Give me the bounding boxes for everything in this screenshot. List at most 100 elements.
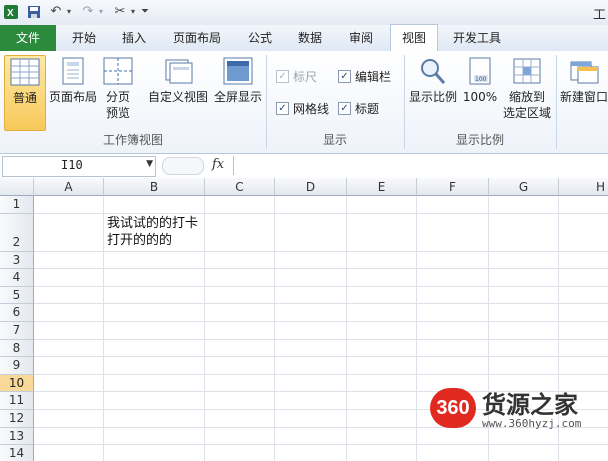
zoom-100-button[interactable]: 100 100%: [462, 55, 498, 129]
column-header[interactable]: E: [347, 178, 417, 196]
tab-home[interactable]: 开始: [62, 25, 106, 51]
row-header[interactable]: 12: [0, 410, 34, 428]
formula-bar: I10 ▼ fx: [0, 154, 608, 179]
ribbon-tabs: 文件 开始 插入 页面布局 公式 数据 审阅 视图 开发工具: [0, 24, 608, 52]
column-header[interactable]: B: [104, 178, 205, 196]
svg-text:X: X: [7, 8, 14, 19]
column-header[interactable]: H: [559, 178, 608, 196]
normal-view-button[interactable]: 普通: [4, 55, 46, 131]
new-window-label: 新建窗口: [560, 90, 608, 104]
gridlines-checkbox[interactable]: ✓ 网格线: [276, 101, 329, 117]
row-header[interactable]: 1: [0, 196, 34, 214]
tab-file[interactable]: 文件: [0, 25, 56, 51]
normal-view-label: 普通: [12, 91, 37, 105]
page-break-preview-button[interactable]: 分页 预览: [100, 55, 136, 129]
normal-view-icon: [10, 58, 40, 86]
full-screen-icon: [223, 57, 253, 85]
group-label-zoom: 显示比例: [455, 133, 504, 147]
tab-view[interactable]: 视图: [390, 24, 438, 52]
tab-review[interactable]: 审阅: [338, 25, 384, 51]
undo-dropdown-icon[interactable]: ▾: [64, 4, 74, 20]
row-header[interactable]: 13: [0, 427, 34, 446]
tools-icon[interactable]: ✂: [112, 4, 128, 20]
column-header[interactable]: F: [417, 178, 489, 196]
column-header[interactable]: A: [34, 178, 104, 196]
tab-data[interactable]: 数据: [288, 25, 332, 51]
formula-input[interactable]: [233, 156, 608, 175]
full-screen-button[interactable]: 全屏显示: [212, 55, 264, 129]
gridline-horizontal: [34, 303, 608, 305]
chevron-down-icon[interactable]: ▼: [146, 159, 153, 169]
gridlines-check-icon: ✓: [276, 102, 289, 115]
gridline-horizontal: [34, 268, 608, 270]
formula-bar-divider-handle[interactable]: [162, 157, 204, 175]
custom-views-button[interactable]: 自定义视图: [146, 55, 210, 129]
headings-label: 标题: [355, 102, 380, 116]
watermark-url: www.360hyzj.com: [482, 417, 582, 430]
new-window-button[interactable]: 新建窗口: [560, 55, 608, 129]
zoom-label: 显示比例: [408, 90, 457, 104]
page-break-label-1: 分页: [105, 90, 130, 104]
cell-b2[interactable]: 我试试的的打卡打开的的的: [107, 215, 207, 249]
page-break-label-2: 预览: [105, 106, 130, 120]
ribbon-view: 普通 页面布局 分页 预览 自定义视图 全屏显示 工作簿视图 ✓ 标尺 ✓ 编辑栏: [0, 51, 608, 154]
watermark-name: 货源之家: [482, 391, 578, 419]
zoom-button[interactable]: 显示比例: [406, 55, 460, 129]
tools-dropdown-icon[interactable]: ▾: [128, 4, 138, 20]
row-header[interactable]: 8: [0, 339, 34, 358]
page-layout-view-button[interactable]: 页面布局: [48, 55, 98, 129]
new-window-icon: [569, 57, 599, 85]
tab-formulas[interactable]: 公式: [238, 25, 282, 51]
tab-developer[interactable]: 开发工具: [442, 25, 512, 51]
row-header[interactable]: 3: [0, 251, 34, 270]
zoom-to-selection-label-1: 缩放到: [508, 90, 545, 104]
redo-dropdown-icon[interactable]: ▾: [96, 4, 106, 20]
select-all-corner[interactable]: [0, 178, 34, 196]
watermark-logo: 360: [430, 388, 476, 428]
row-header[interactable]: 9: [0, 357, 34, 375]
insert-function-icon[interactable]: fx: [212, 157, 224, 172]
column-header[interactable]: C: [205, 178, 275, 196]
formula-bar-check-icon: ✓: [338, 70, 351, 83]
gridline-horizontal: [34, 212, 608, 214]
row-header[interactable]: 4: [0, 269, 34, 287]
customize-qat-icon[interactable]: ⏷: [140, 4, 150, 20]
row-header[interactable]: 5: [0, 286, 34, 305]
redo-icon[interactable]: ↷: [80, 4, 96, 20]
zoom-to-selection-button[interactable]: 缩放到 选定区域: [500, 55, 554, 129]
gridline-horizontal: [34, 250, 608, 252]
svg-text:100: 100: [475, 76, 487, 83]
zoom-100-label: 100%: [462, 90, 498, 104]
custom-views-icon: [163, 57, 193, 85]
row-header[interactable]: 2: [0, 213, 34, 252]
row-header[interactable]: 7: [0, 322, 34, 340]
row-header[interactable]: 11: [0, 392, 34, 410]
name-box[interactable]: I10 ▼: [2, 156, 156, 177]
watermark: 360 货源之家 www.360hyzj.com: [430, 385, 608, 435]
zoom-to-selection-label-2: 选定区域: [502, 106, 551, 120]
ruler-checkbox[interactable]: ✓ 标尺: [276, 69, 317, 85]
magnifier-icon: [418, 57, 448, 85]
row-header[interactable]: 6: [0, 304, 34, 322]
formula-bar-checkbox[interactable]: ✓ 编辑栏: [338, 69, 391, 85]
custom-views-label: 自定义视图: [147, 90, 208, 104]
gridline-horizontal: [34, 356, 608, 358]
formula-bar-label: 编辑栏: [355, 70, 392, 84]
headings-checkbox[interactable]: ✓ 标题: [338, 101, 379, 117]
tab-page-layout[interactable]: 页面布局: [162, 25, 232, 51]
row-header[interactable]: 10: [0, 374, 34, 393]
zoom-to-selection-icon: [512, 57, 542, 85]
name-box-value: I10: [61, 158, 83, 172]
undo-icon[interactable]: ↶: [48, 4, 64, 20]
gridline-horizontal: [34, 285, 608, 287]
column-header[interactable]: G: [489, 178, 559, 196]
column-header[interactable]: D: [275, 178, 347, 196]
full-screen-label: 全屏显示: [213, 90, 262, 104]
row-header[interactable]: 14: [0, 445, 34, 461]
gridline-vertical: [416, 196, 417, 461]
excel-logo-icon: X: [3, 4, 19, 20]
tab-insert[interactable]: 插入: [112, 25, 156, 51]
group-label-workbook-views: 工作簿视图: [102, 133, 163, 147]
save-icon[interactable]: [26, 4, 42, 20]
page-break-icon: [103, 57, 133, 85]
